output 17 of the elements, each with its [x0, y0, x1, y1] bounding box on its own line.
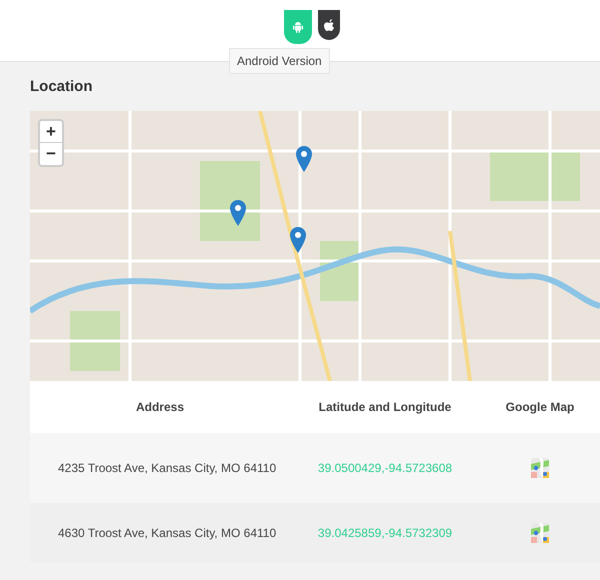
- address-cell-text: 4630 Troost Ave, Kansas City, MO 64110: [57, 524, 278, 542]
- column-header: Latitude and Longitude: [318, 398, 452, 416]
- section-title: Location: [30, 77, 92, 97]
- platform-tab[interactable]: [318, 10, 340, 40]
- map-pin-icon[interactable]: [296, 146, 312, 172]
- map-pin-icon[interactable]: [230, 200, 246, 226]
- map-pin-icon[interactable]: [290, 226, 306, 253]
- zoom-in-button[interactable]: +: [40, 120, 62, 142]
- tooltip: Android Version: [229, 48, 330, 74]
- zoom-out-button[interactable]: −: [40, 142, 62, 164]
- map-app-icon[interactable]: [531, 522, 549, 542]
- android-icon: [292, 20, 304, 34]
- column-header: Google Map: [506, 398, 574, 416]
- map-app-icon[interactable]: [531, 458, 549, 478]
- column-header: Address: [136, 398, 184, 416]
- address-cell-text: 4235 Troost Ave, Kansas City, MO 64110: [57, 460, 278, 476]
- apple-icon: [324, 18, 334, 32]
